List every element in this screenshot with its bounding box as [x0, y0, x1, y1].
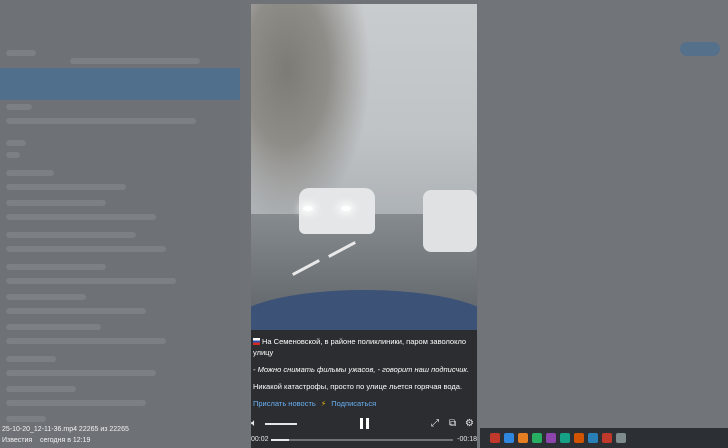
send-news-link[interactable]: Прислать новость [253, 399, 316, 408]
post-caption: На Семеновской, в районе поликлиники, па… [251, 330, 477, 408]
taskbar-app-icon[interactable] [504, 433, 514, 443]
video-frame[interactable] [251, 4, 477, 330]
remaining-time: -00:18 [457, 436, 477, 443]
pause-icon[interactable] [358, 408, 372, 432]
white-car-left [299, 188, 375, 234]
taskbar-app-icon[interactable] [518, 433, 528, 443]
volume-slider[interactable] [265, 423, 297, 425]
media-sender-date: Известия сегодня в 12:19 [2, 436, 90, 445]
player-controls: 🔈︎ ⤢ ⧉ ⚙ 00:02 -00:18 [251, 408, 477, 448]
caption-line-1: На Семеновской, в районе поликлиники, па… [253, 337, 467, 357]
picture-in-picture-icon[interactable]: ⧉ [449, 419, 456, 429]
chat-panel [478, 0, 728, 448]
media-date: сегодня в 12:19 [39, 437, 91, 444]
current-time: 00:02 [251, 436, 269, 443]
progress-fill [271, 439, 290, 441]
taskbar-app-icon[interactable] [560, 433, 570, 443]
white-car-right [423, 190, 477, 252]
fullscreen-icon[interactable]: ⤢ [431, 419, 439, 429]
taskbar-app-icon[interactable] [574, 433, 584, 443]
join-pill [680, 42, 720, 56]
caption-line-3: Никакой катастрофы, просто по улице льет… [253, 382, 463, 391]
media-file-name: 25-10-20_12-11-36.mp4 22265 из 22265 [2, 426, 129, 433]
progress-bar[interactable] [271, 439, 453, 441]
gear-icon[interactable]: ⚙ [465, 419, 474, 429]
russia-flag-icon [253, 338, 260, 345]
subscribe-link[interactable]: Подписаться [331, 399, 376, 408]
chat-list-sidebar [0, 0, 240, 448]
car-hood [251, 290, 477, 330]
media-viewer: На Семеновской, в районе поликлиники, па… [251, 4, 477, 448]
taskbar-app-icon[interactable] [602, 433, 612, 443]
taskbar-app-icon[interactable] [588, 433, 598, 443]
selected-chat-row [0, 68, 240, 100]
sidebar-header [0, 0, 240, 40]
taskbar-app-icon[interactable] [490, 433, 500, 443]
lightning-icon: ⚡ [320, 399, 327, 408]
taskbar-app-icon[interactable] [532, 433, 542, 443]
taskbar-app-icon[interactable] [616, 433, 626, 443]
caption-line-2: - Можно снимать фильмы ужасов, - говорит… [253, 365, 470, 374]
taskbar-app-icon[interactable] [546, 433, 556, 443]
media-sender: Известия [2, 437, 33, 444]
volume-icon[interactable]: 🔈︎ [251, 419, 257, 429]
